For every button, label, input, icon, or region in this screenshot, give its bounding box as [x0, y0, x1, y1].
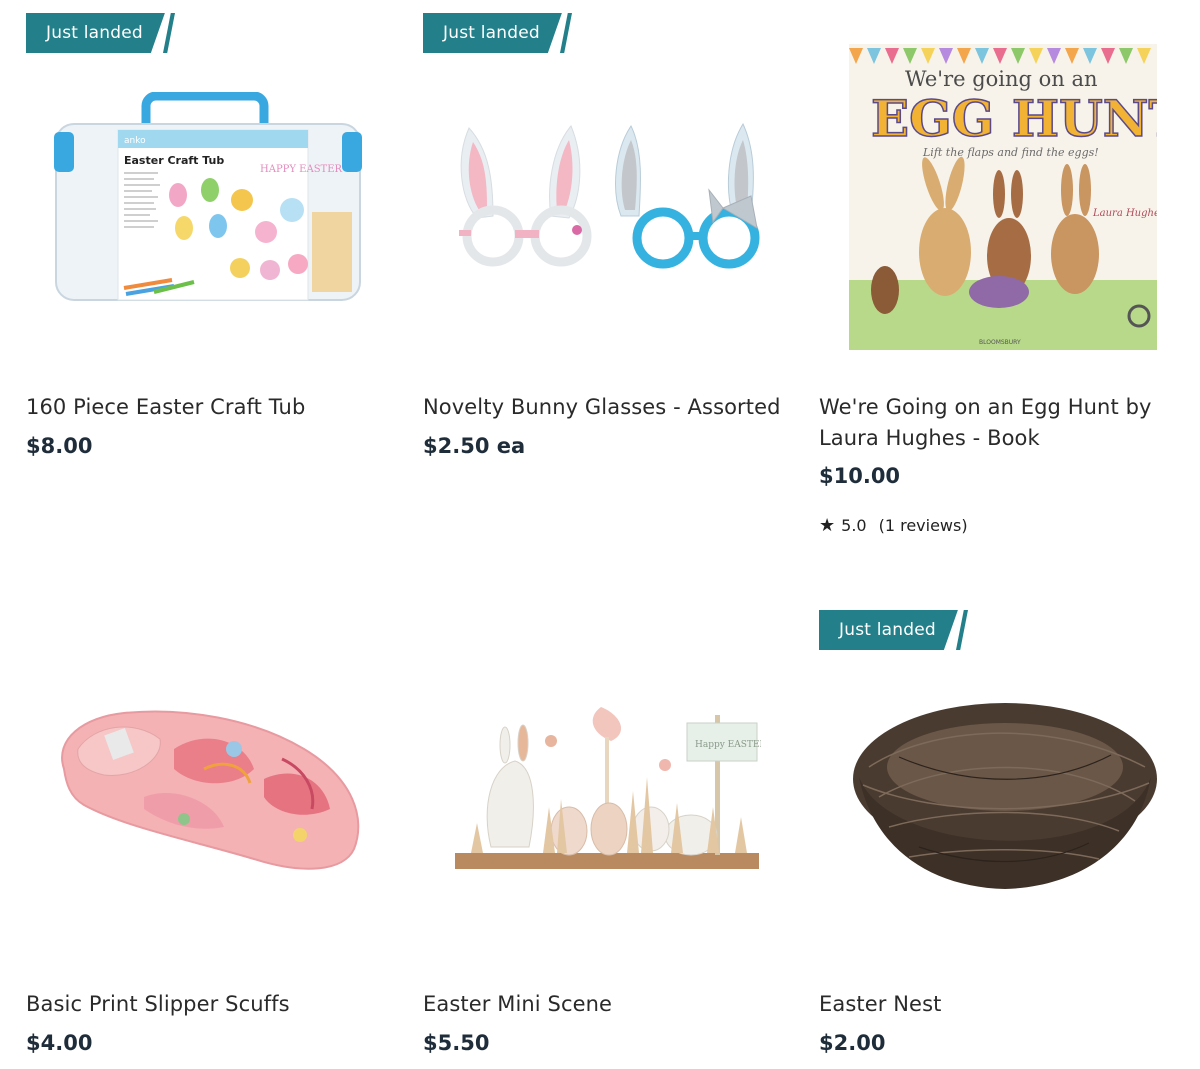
svg-text:anko: anko — [124, 136, 146, 146]
product-title[interactable]: 160 Piece Easter Craft Tub — [26, 392, 396, 423]
product-rating: ★ 5.0 (1 reviews) — [819, 516, 968, 535]
svg-text:EGG HUNT: EGG HUNT — [871, 89, 1157, 148]
rating-value: 5.0 — [841, 516, 867, 535]
product-price: $8.00 — [26, 434, 93, 458]
svg-text:Lift the flaps and find the eg: Lift the flaps and find the eggs! — [922, 146, 1099, 159]
bunny-glasses-image — [459, 122, 760, 269]
product-price: $2.50 ea — [423, 434, 526, 458]
product-title[interactable]: Easter Mini Scene — [423, 989, 793, 1020]
star-icon: ★ — [819, 514, 836, 536]
product-price: $4.00 — [26, 1031, 93, 1055]
svg-text:Laura Hughes: Laura Hughes — [1092, 208, 1157, 219]
svg-text:Happy EASTER: Happy EASTER — [695, 740, 761, 750]
svg-text:We're going on an: We're going on an — [905, 67, 1098, 91]
svg-text:HAPPY EASTER: HAPPY EASTER — [260, 164, 343, 175]
product-title[interactable]: We're Going on an Egg Hunt by Laura Hugh… — [819, 392, 1189, 454]
nest-image — [853, 703, 1157, 889]
badge-slant — [560, 13, 572, 53]
svg-text:Easter Craft Tub: Easter Craft Tub — [124, 154, 224, 167]
product-title[interactable]: Novelty Bunny Glasses - Assorted — [423, 392, 793, 423]
product-price: $10.00 — [819, 464, 901, 488]
just-landed-badge: Just landed — [423, 13, 572, 53]
product-price: $5.50 — [423, 1031, 490, 1055]
product-price: $2.00 — [819, 1031, 886, 1055]
egg-hunt-book-image: We're going on an EGG HUNT Lift the flap… — [849, 44, 1157, 350]
badge-slant — [956, 610, 968, 650]
badge-slant — [163, 13, 175, 53]
just-landed-badge: Just landed — [26, 13, 175, 53]
review-count[interactable]: (1 reviews) — [879, 516, 968, 535]
easter-scene-image: Happy EASTER — [455, 707, 761, 869]
product-grid: Just landed anko Easter Craft Tub HAPPY … — [0, 0, 1200, 1069]
product-title[interactable]: Basic Print Slipper Scuffs — [26, 989, 396, 1020]
craft-tub-image: anko Easter Craft Tub HAPPY EASTER — [54, 92, 362, 301]
just-landed-badge: Just landed — [819, 610, 968, 650]
svg-text:BLOOMSBURY: BLOOMSBURY — [979, 339, 1021, 346]
slipper-image — [61, 710, 360, 870]
product-title[interactable]: Easter Nest — [819, 989, 1189, 1020]
